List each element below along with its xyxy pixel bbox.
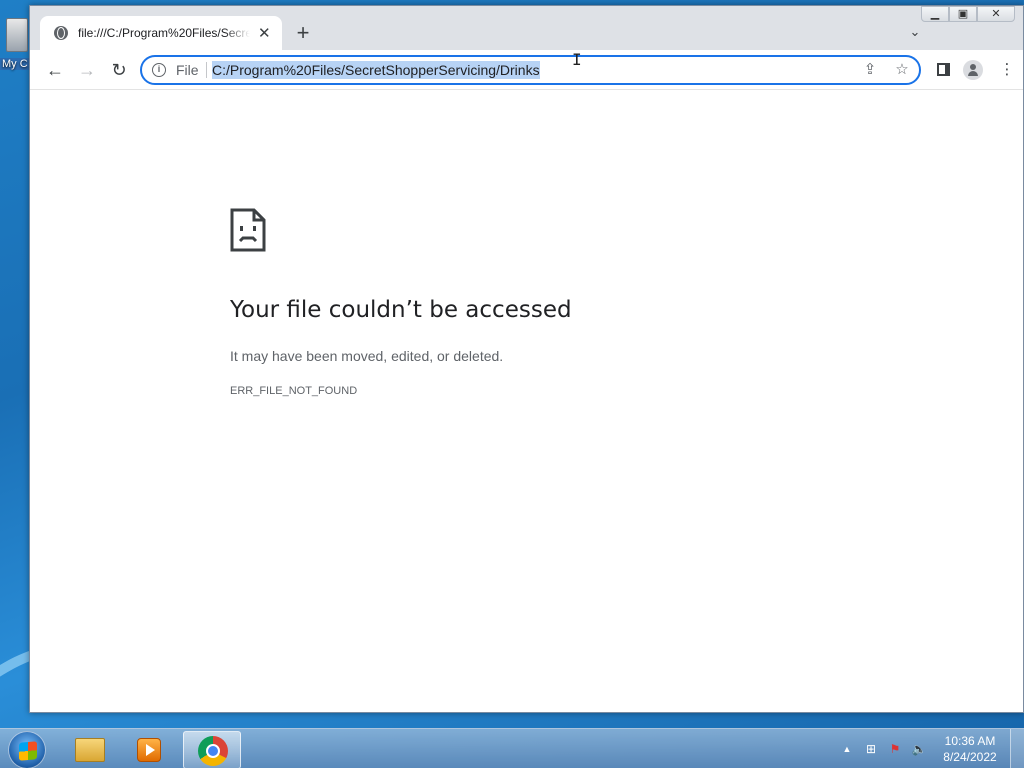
globe-icon <box>54 26 68 40</box>
browser-window: file:///C:/Program%20Files/SecretShopper… <box>29 5 1024 713</box>
window-controls: ▁ ▣ ✕ <box>921 6 1015 22</box>
folder-icon <box>75 738 105 762</box>
browser-toolbar: ← → ↻ i File C:/Program%20Files/SecretSh… <box>30 50 1023 90</box>
back-button[interactable]: ← <box>44 59 66 81</box>
desktop-icon-computer[interactable]: My C <box>0 14 30 76</box>
profile-button[interactable] <box>962 59 984 81</box>
error-code: ERR_FILE_NOT_FOUND <box>230 385 358 397</box>
show-hidden-icons-button[interactable]: ▲ <box>838 740 856 758</box>
taskbar-app-explorer[interactable] <box>60 731 118 768</box>
clock-date: 8/24/2022 <box>943 750 997 764</box>
minimize-button[interactable]: ▁ <box>921 6 949 22</box>
taskbar-app-media-player[interactable] <box>120 731 178 768</box>
address-bar[interactable]: i File C:/Program%20Files/SecretShopperS… <box>140 55 921 85</box>
tab-search-button[interactable]: ⌄ <box>907 24 923 40</box>
share-icon[interactable]: ⇪ <box>861 61 879 79</box>
bookmark-star-icon[interactable]: ☆ <box>893 61 911 79</box>
desktop-icon-label: My C <box>0 58 30 70</box>
tab-close-button[interactable]: ✕ <box>258 26 271 41</box>
clock-time: 10:36 AM <box>944 734 996 748</box>
clock[interactable]: 10:36 AM 8/24/2022 <box>938 733 1002 765</box>
side-panel-icon <box>936 63 950 76</box>
page-content: Your file couldn’t be accessed It may ha… <box>30 91 1023 712</box>
chrome-icon <box>198 736 228 766</box>
taskbar: ▲ ⊞ ⚑ 🔈 10:36 AM 8/24/2022 <box>0 728 1024 768</box>
tab-title: file:///C:/Program%20Files/SecretShopper… <box>78 26 250 40</box>
text-cursor-icon: I <box>572 50 582 69</box>
volume-icon[interactable]: 🔈 <box>910 740 928 758</box>
browser-menu-button[interactable]: ⋮ <box>996 59 1018 81</box>
show-desktop-button[interactable] <box>1010 729 1024 768</box>
network-icon[interactable]: ⊞ <box>862 740 880 758</box>
new-tab-button[interactable]: + <box>292 22 314 44</box>
computer-icon <box>6 18 28 52</box>
taskbar-app-chrome[interactable] <box>183 731 241 768</box>
info-icon[interactable]: i <box>152 63 166 77</box>
maximize-button[interactable]: ▣ <box>949 6 977 22</box>
close-window-button[interactable]: ✕ <box>977 6 1015 22</box>
sad-file-icon <box>230 208 266 252</box>
omnibox-divider <box>206 62 207 78</box>
reload-button[interactable]: ↻ <box>108 59 130 81</box>
title-bar: file:///C:/Program%20Files/SecretShopper… <box>30 6 1023 50</box>
forward-button[interactable]: → <box>76 59 98 81</box>
side-panel-button[interactable] <box>932 59 954 81</box>
media-player-icon <box>137 738 161 762</box>
start-button[interactable] <box>8 731 46 768</box>
action-center-icon[interactable]: ⚑ <box>886 740 904 758</box>
system-tray: ▲ ⊞ ⚑ 🔈 10:36 AM 8/24/2022 <box>832 729 1024 768</box>
avatar <box>963 60 983 80</box>
url-text[interactable]: C:/Program%20Files/SecretShopperServicin… <box>212 61 540 79</box>
browser-tab[interactable]: file:///C:/Program%20Files/SecretShopper… <box>40 16 282 50</box>
scheme-label: File <box>176 62 199 78</box>
error-title: Your file couldn’t be accessed <box>230 297 572 323</box>
error-description: It may have been moved, edited, or delet… <box>230 348 504 364</box>
